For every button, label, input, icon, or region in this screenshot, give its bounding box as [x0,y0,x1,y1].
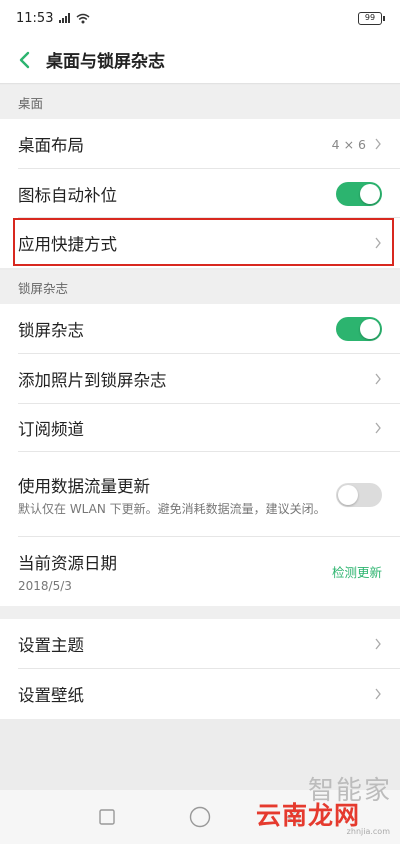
watermark: 智能家 云南龙网 zhnjia.com [256,770,392,836]
recents-button[interactable] [87,797,127,837]
mobile-data-subtitle: 默认仅在 WLAN 下更新。避免消耗数据流量，建议关闭。 [18,501,326,516]
status-bar: 11:53 99 [0,0,400,36]
subscribe-row[interactable]: 订阅频道 [0,404,400,452]
mobile-data-row: 使用数据流量更新 默认仅在 WLAN 下更新。避免消耗数据流量，建议关闭。 [0,452,400,537]
chevron-right-icon [375,373,381,385]
app-shortcuts-row[interactable]: 应用快捷方式 [0,218,400,268]
chevron-right-icon [375,638,381,650]
home-button[interactable] [180,797,220,837]
icon-autofill-toggle[interactable] [336,181,382,206]
set-theme-title: 设置主题 [18,636,84,655]
section-lock-label: 锁屏杂志 [0,270,400,304]
chevron-right-icon [375,422,381,434]
resource-date-row: 当前资源日期 2018/5/3 检测更新 [0,537,400,606]
battery-level: 99 [364,12,376,22]
back-button[interactable] [4,36,44,84]
mobile-data-title: 使用数据流量更新 [18,476,150,496]
wifi-icon [76,13,90,23]
set-wallpaper-row[interactable]: 设置壁纸 [0,669,400,719]
clock: 11:53 [16,10,54,26]
subscribe-title: 订阅频道 [18,420,84,439]
signal-icon [59,13,71,23]
set-theme-row[interactable]: 设置主题 [0,619,400,669]
page-title: 桌面与锁屏杂志 [46,52,165,72]
desktop-layout-value: 4 × 6 [331,136,366,152]
square-icon [98,809,115,825]
lock-magazine-row: 锁屏杂志 [0,304,400,354]
add-photos-title: 添加照片到锁屏杂志 [18,371,167,390]
check-update-link[interactable]: 检测更新 [332,562,382,581]
circle-icon [189,806,211,828]
app-shortcuts-title: 应用快捷方式 [18,235,117,254]
chevron-right-icon [375,138,381,150]
app-header: 桌面与锁屏杂志 [0,36,400,84]
watermark-bottom-text: 云南龙网 [256,801,361,830]
chevron-right-icon [375,237,381,249]
divider-gap [0,606,400,619]
mobile-data-toggle[interactable] [336,482,382,507]
watermark-domain: zhnjia.com [346,827,390,836]
icon-autofill-row: 图标自动补位 [0,169,400,218]
desktop-layout-row[interactable]: 桌面布局 4 × 6 [0,119,400,169]
chevron-left-icon [19,51,30,68]
battery-icon: 99 [358,11,385,25]
desktop-layout-title: 桌面布局 [18,136,84,155]
resource-date-value: 2018/5/3 [18,578,72,593]
chevron-right-icon [375,688,381,700]
section-desktop-label: 桌面 [0,85,400,119]
lock-magazine-toggle[interactable] [336,317,382,341]
set-wallpaper-title: 设置壁纸 [18,686,84,705]
lock-magazine-title: 锁屏杂志 [18,321,84,340]
resource-date-title: 当前资源日期 [18,553,117,573]
icon-autofill-title: 图标自动补位 [18,185,117,205]
add-photos-row[interactable]: 添加照片到锁屏杂志 [0,354,400,404]
